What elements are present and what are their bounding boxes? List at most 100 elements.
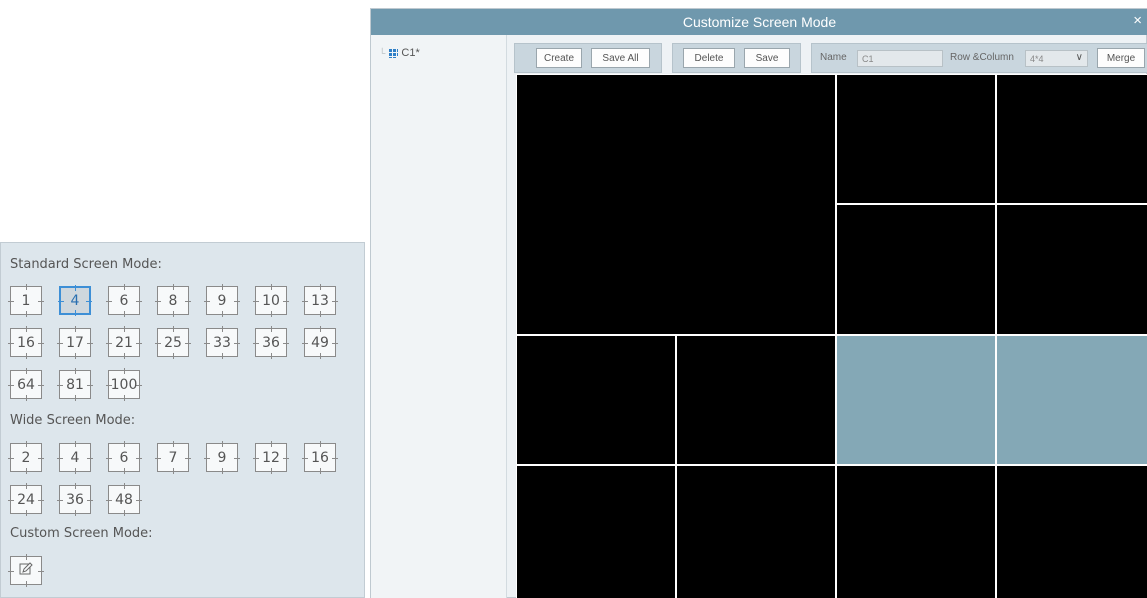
mode-button-label: 9: [217, 449, 227, 466]
standard-mode-button-49[interactable]: 49: [302, 326, 338, 359]
mode-tick-mark: [173, 284, 174, 290]
mode-tick-mark: [271, 441, 272, 447]
create-button[interactable]: Create: [536, 48, 582, 68]
wide-mode-button-48[interactable]: 48: [106, 483, 142, 516]
mode-tick-mark: [234, 300, 240, 302]
mode-tick-mark: [136, 499, 142, 501]
grid-cell-r1-c3[interactable]: [837, 75, 995, 203]
standard-mode-button-16[interactable]: 16: [8, 326, 44, 359]
mode-tick-mark: [155, 457, 161, 459]
grid-cell-r3-c4-selected[interactable]: [997, 336, 1147, 464]
mode-tick-mark: [124, 468, 125, 474]
standard-mode-button-81[interactable]: 81: [57, 368, 93, 401]
grid-cell-r4-c1[interactable]: [517, 466, 675, 598]
mode-tick-mark: [302, 457, 308, 459]
mode-tick-mark: [173, 353, 174, 359]
wide-mode-button-2[interactable]: 2: [8, 441, 44, 474]
standard-mode-button-1[interactable]: 1: [8, 284, 44, 317]
mode-tick-mark: [124, 368, 125, 374]
mode-button-label: 10: [262, 292, 280, 309]
mode-tick-mark: [26, 483, 27, 489]
mode-tick-mark: [8, 384, 14, 386]
standard-mode-button-6[interactable]: 6: [106, 284, 142, 317]
grid-cell-r4-c3[interactable]: [837, 466, 995, 598]
save-button[interactable]: Save: [744, 48, 790, 68]
standard-mode-button-64[interactable]: 64: [8, 368, 44, 401]
standard-mode-button-21[interactable]: 21: [106, 326, 142, 359]
grid-cell-r3-c3-selected[interactable]: [837, 336, 995, 464]
standard-mode-button-10[interactable]: 10: [253, 284, 289, 317]
mode-tick-mark: [57, 384, 63, 386]
mode-tick-mark: [75, 441, 76, 447]
mode-tick-mark: [173, 468, 174, 474]
mode-tick-mark: [271, 353, 272, 359]
customize-screen-mode-dialog: Customize Screen Mode × └ C1* Create Sav…: [370, 8, 1147, 598]
mode-tick-mark: [8, 499, 14, 501]
grid-cell-r4-c4[interactable]: [997, 466, 1147, 598]
standard-mode-button-13[interactable]: 13: [302, 284, 338, 317]
mode-tick-mark: [320, 284, 321, 290]
mode-tick-mark: [58, 300, 64, 302]
standard-mode-button-36[interactable]: 36: [253, 326, 289, 359]
mode-tick-mark: [320, 326, 321, 332]
standard-mode-button-33[interactable]: 33: [204, 326, 240, 359]
mode-tick-mark: [75, 510, 76, 516]
grid-cell-r3-c2[interactable]: [677, 336, 835, 464]
close-icon[interactable]: ×: [1133, 12, 1142, 29]
name-label: Name: [820, 52, 847, 63]
wide-mode-button-24[interactable]: 24: [8, 483, 44, 516]
standard-screen-mode-title: Standard Screen Mode:: [10, 257, 162, 272]
mode-button-label: 1: [21, 292, 31, 309]
mode-tick-mark: [26, 510, 27, 516]
mode-tick-mark: [38, 342, 44, 344]
standard-mode-button-25[interactable]: 25: [155, 326, 191, 359]
mode-tick-mark: [75, 285, 76, 291]
standard-mode-button-17[interactable]: 17: [57, 326, 93, 359]
grid-cell-r2-c4[interactable]: [997, 205, 1147, 334]
standard-mode-button-4[interactable]: 4: [58, 285, 92, 316]
mode-button-label: 36: [66, 491, 84, 508]
mode-tick-mark: [75, 310, 76, 316]
custom-mode-button[interactable]: [8, 554, 44, 587]
mode-tick-mark: [87, 499, 93, 501]
mode-tick-mark: [222, 468, 223, 474]
mode-tick-mark: [185, 300, 191, 302]
mode-tick-mark: [332, 457, 338, 459]
mode-tick-mark: [283, 300, 289, 302]
standard-mode-button-100[interactable]: 100: [106, 368, 142, 401]
wide-mode-button-4[interactable]: 4: [57, 441, 93, 474]
mode-tick-mark: [136, 300, 142, 302]
grid-layout-icon: [389, 48, 399, 58]
mode-tick-mark: [75, 395, 76, 401]
wide-mode-button-6[interactable]: 6: [106, 441, 142, 474]
mode-tick-mark: [87, 384, 93, 386]
row-column-select[interactable]: 4*4 ∨: [1025, 50, 1088, 67]
tree-item-c1[interactable]: └ C1*: [379, 47, 420, 59]
mode-button-label: 6: [119, 449, 129, 466]
grid-cell-r3-c1[interactable]: [517, 336, 675, 464]
delete-button[interactable]: Delete: [683, 48, 735, 68]
grid-cell-r2-c3[interactable]: [837, 205, 995, 334]
merge-button[interactable]: Merge: [1097, 48, 1145, 68]
mode-tick-mark: [124, 311, 125, 317]
wide-mode-button-9[interactable]: 9: [204, 441, 240, 474]
mode-tick-mark: [222, 441, 223, 447]
name-input[interactable]: C1: [857, 50, 943, 67]
save-all-button[interactable]: Save All: [591, 48, 650, 68]
wide-mode-button-7[interactable]: 7: [155, 441, 191, 474]
wide-mode-button-36[interactable]: 36: [57, 483, 93, 516]
mode-tick-mark: [75, 353, 76, 359]
wide-mode-button-16[interactable]: 16: [302, 441, 338, 474]
mode-tick-mark: [57, 342, 63, 344]
screen: Standard Screen Mode: 1 4 6 8 9 10 13 16 17 21 25 3…: [0, 0, 1147, 598]
grid-cell-merged-large[interactable]: [517, 75, 835, 334]
standard-mode-button-8[interactable]: 8: [155, 284, 191, 317]
mode-tick-mark: [75, 468, 76, 474]
mode-button-label: 7: [168, 449, 178, 466]
standard-mode-button-9[interactable]: 9: [204, 284, 240, 317]
grid-cell-r4-c2[interactable]: [677, 466, 835, 598]
wide-mode-button-12[interactable]: 12: [253, 441, 289, 474]
mode-tick-mark: [106, 457, 112, 459]
mode-tick-mark: [320, 353, 321, 359]
grid-cell-r1-c4[interactable]: [997, 75, 1147, 203]
